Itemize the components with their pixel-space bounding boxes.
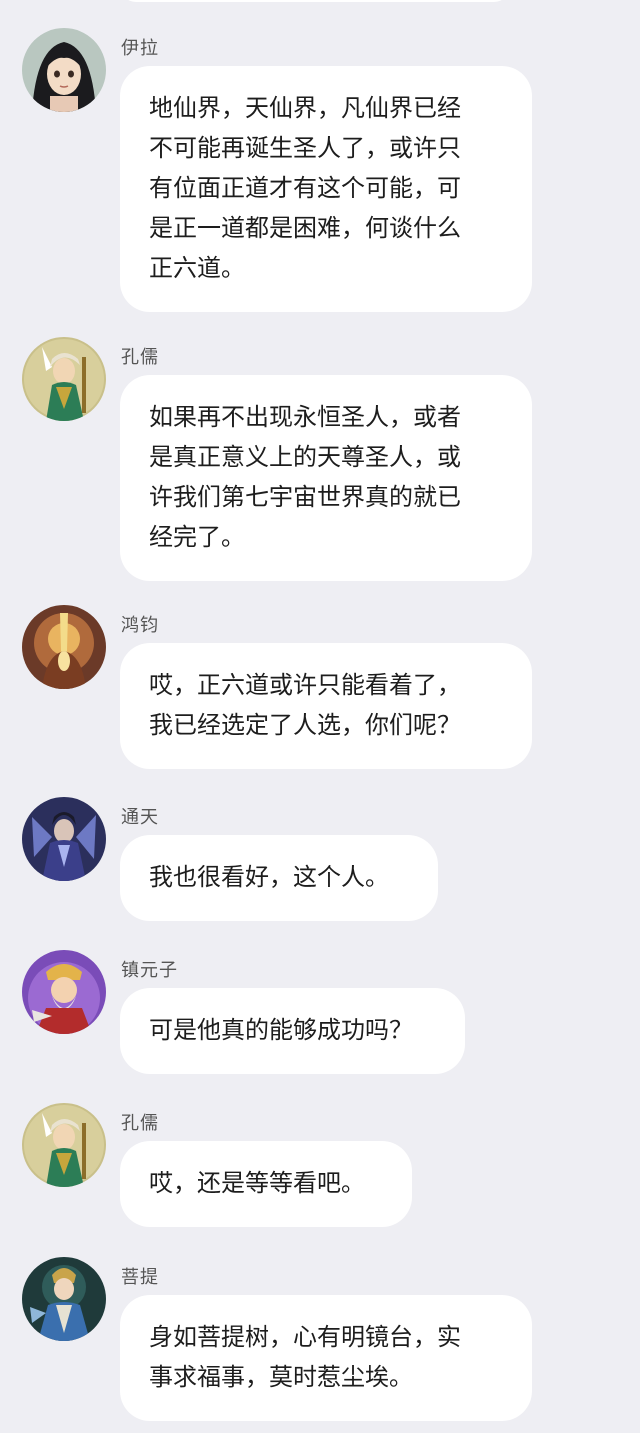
message-bubble[interactable]: 哎，正六道或许只能看着了， 我已经选定了人选，你们呢？ xyxy=(120,643,532,769)
sender-name: 菩提 xyxy=(121,1267,159,1288)
sender-name: 通天 xyxy=(121,807,159,828)
sender-name: 伊拉 xyxy=(121,38,159,59)
message-bubble[interactable]: 哎，还是等等看吧。 xyxy=(120,1141,412,1227)
blue-robed-master-avatar-icon[interactable] xyxy=(22,1257,106,1341)
message-line: 身如菩提树，心有明镜台，实 xyxy=(149,1323,461,1351)
bearded-elder-avatar-icon[interactable] xyxy=(22,950,106,1034)
golden-immortal-avatar-icon[interactable] xyxy=(22,605,106,689)
sender-name: 孔儒 xyxy=(121,347,159,368)
message-line: 不可能再诞生圣人了，或许只 xyxy=(149,134,461,162)
message-line: 事求福事，莫时惹尘埃。 xyxy=(149,1363,413,1391)
sender-name: 镇元子 xyxy=(121,960,178,981)
message-line: 哎，正六道或许只能看着了， xyxy=(149,671,461,699)
message-line: 我也很看好，这个人。 xyxy=(149,863,389,891)
message-bubble[interactable]: 地仙界，天仙界，凡仙界已经 不可能再诞生圣人了，或许只 有位面正道才有这个可能，… xyxy=(120,66,532,312)
message-line: 是真正意义上的天尊圣人，或 xyxy=(149,443,461,471)
message-line: 地仙界，天仙界，凡仙界已经 xyxy=(149,94,461,122)
message-bubble[interactable]: 身如菩提树，心有明镜台，实 事求福事，莫时惹尘埃。 xyxy=(120,1295,532,1421)
message-line: 可是他真的能够成功吗？ xyxy=(149,1016,413,1044)
message-bubble[interactable]: 我也很看好，这个人。 xyxy=(120,835,438,921)
anime-girl-avatar-icon[interactable] xyxy=(22,28,106,112)
message-line: 有位面正道才有这个可能，可 xyxy=(149,174,461,202)
message-line: 正六道。 xyxy=(149,254,245,282)
message-line: 哎，还是等等看吧。 xyxy=(149,1169,365,1197)
sender-name: 鸿钧 xyxy=(121,615,159,636)
sender-name: 孔儒 xyxy=(121,1113,159,1134)
message-bubble[interactable]: 可是他真的能够成功吗？ xyxy=(120,988,465,1074)
previous-message-bubble xyxy=(120,0,510,2)
message-line: 我已经选定了人选，你们呢？ xyxy=(149,711,461,739)
message-line: 是正一道都是困难，何谈什么 xyxy=(149,214,461,242)
dark-sage-avatar-icon[interactable] xyxy=(22,797,106,881)
sage-warrior-avatar-icon[interactable] xyxy=(22,337,106,421)
message-line: 如果再不出现永恒圣人，或者 xyxy=(149,403,461,431)
message-line: 经完了。 xyxy=(149,523,245,551)
message-line: 许我们第七宇宙世界真的就已 xyxy=(149,483,461,511)
sage-warrior-avatar-icon[interactable] xyxy=(22,1103,106,1187)
message-bubble[interactable]: 如果再不出现永恒圣人，或者 是真正意义上的天尊圣人，或 许我们第七宇宙世界真的就… xyxy=(120,375,532,581)
